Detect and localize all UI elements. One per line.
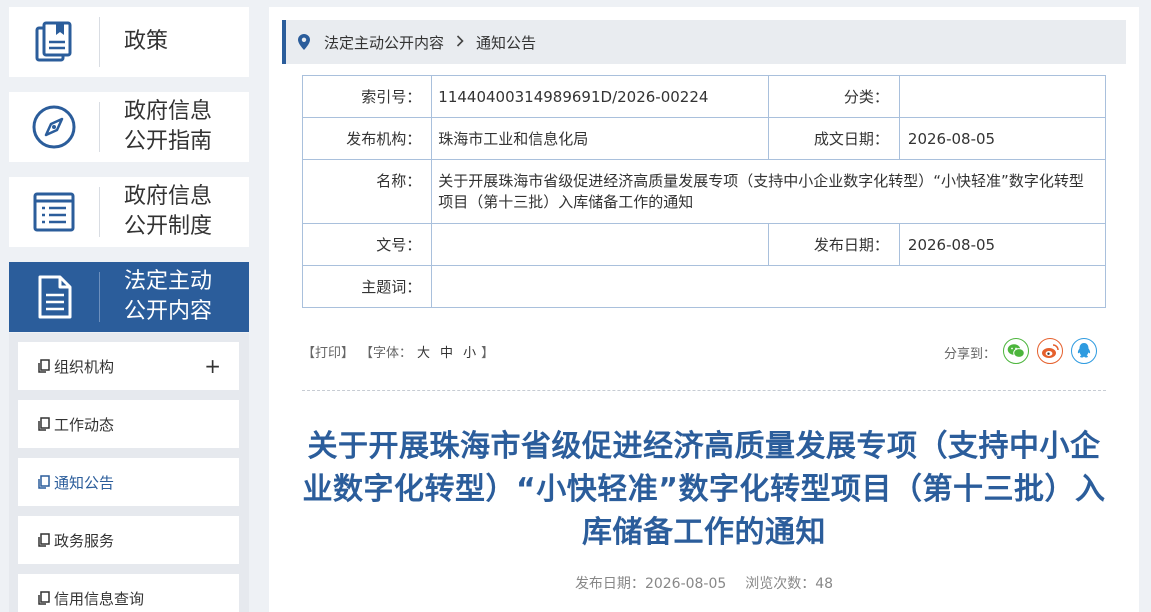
sidebar-card-label: 政府信息公开指南 <box>124 99 213 154</box>
sidebar-item-label: 组织机构 <box>54 357 115 376</box>
document-book-icon <box>9 7 99 77</box>
pub-date-label: 发布日期： <box>574 576 645 592</box>
article-title: 关于开展珠海市省级促进经济高质量发展专项（支持中小企业数字化转型）“小快轻准”数… <box>302 429 1106 550</box>
publish-date-value: 2026-08-05 <box>898 223 1107 266</box>
font-size-prefix: 【字体： <box>360 345 413 361</box>
sidebar-item-label: 工作动态 <box>54 415 115 434</box>
chevron-right-icon <box>456 33 464 51</box>
category-label: 分类： <box>767 75 900 118</box>
list-doc-icon <box>9 177 99 247</box>
sidebar-card-system[interactable]: 政府信息公开制度 <box>9 177 249 247</box>
written-date-value: 2026-08-05 <box>898 117 1107 160</box>
breadcrumb: 法定主动公开内容 通知公告 <box>282 20 1126 64</box>
sidebar-item-gov-services[interactable]: 政务服务 <box>18 516 239 564</box>
sidebar-card-label: 政府信息公开制度 <box>124 184 213 239</box>
publisher-label: 发布机构： <box>301 117 433 160</box>
file-icon <box>9 262 99 332</box>
sidebar-card-disclosure[interactable]: 法定主动公开内容 <box>9 262 249 332</box>
sidebar-submenu: 组织机构 + 工作动态 通知公告 政务服务 信用信息查询 <box>9 333 249 612</box>
sidebar-item-notices[interactable]: 通知公告 <box>18 458 239 506</box>
font-size-suffix: 】 <box>481 345 495 361</box>
docno-label: 文号： <box>301 223 433 266</box>
sidebar-item-work-news[interactable]: 工作动态 <box>18 400 239 448</box>
sidebar-item-organization[interactable]: 组织机构 + <box>18 342 239 390</box>
sidebar-item-label: 政务服务 <box>54 531 115 550</box>
wechat-icon[interactable] <box>1003 338 1029 364</box>
docno-value <box>431 223 769 266</box>
sidebar-item-label: 信用信息查询 <box>54 589 145 608</box>
font-large-button[interactable]: 大 <box>417 342 430 361</box>
publisher-value: 珠海市工业和信息化局 <box>431 117 769 160</box>
views-label: 浏览次数： <box>745 576 816 592</box>
font-medium-button[interactable]: 中 <box>440 342 453 361</box>
category-value <box>898 75 1107 118</box>
print-button[interactable]: 【打印】 <box>302 342 354 361</box>
written-date-label: 成文日期： <box>767 117 900 160</box>
document-icon <box>38 417 50 431</box>
index-label: 索引号： <box>301 75 433 118</box>
weibo-icon[interactable] <box>1037 338 1063 364</box>
sidebar-item-label: 通知公告 <box>54 473 115 492</box>
sidebar-card-guide[interactable]: 政府信息公开指南 <box>9 92 249 162</box>
pub-date: 2026-08-05 <box>644 576 727 592</box>
breadcrumb-item[interactable]: 通知公告 <box>476 32 536 53</box>
document-icon <box>38 591 50 605</box>
name-value: 关于开展珠海市省级促进经济高质量发展专项（支持中小企业数字化转型）“小快轻准”数… <box>431 159 1106 224</box>
sidebar-item-credit-query[interactable]: 信用信息查询 <box>18 574 239 612</box>
document-icon <box>38 475 50 489</box>
publish-date-label: 发布日期： <box>767 223 900 266</box>
metadata-table: 索引号： 11440400314989691D/2026-00224 分类： 发… <box>301 75 1107 308</box>
share-label: 分享到： <box>943 347 996 362</box>
compass-icon <box>9 92 99 162</box>
breadcrumb-item[interactable]: 法定主动公开内容 <box>324 32 444 53</box>
qq-icon[interactable] <box>1071 338 1097 364</box>
sidebar-card-label: 政策 <box>124 29 169 54</box>
font-small-button[interactable]: 小 <box>463 342 476 361</box>
sidebar-card-policy[interactable]: 政策 <box>9 7 249 77</box>
document-icon <box>38 359 50 373</box>
location-pin-icon <box>298 34 310 50</box>
sidebar-card-label: 法定主动公开内容 <box>124 269 213 324</box>
name-label: 名称： <box>301 159 433 224</box>
main-content: 法定主动公开内容 通知公告 索引号： 11440400314989691D/20… <box>269 7 1139 612</box>
subject-value <box>431 265 1106 308</box>
divider <box>302 390 1106 391</box>
view-count: 48 <box>815 576 834 592</box>
article-toolbar: 【打印】 【字体： 大 中 小 】 分享到： <box>302 338 1106 364</box>
document-icon <box>38 533 50 547</box>
subject-label: 主题词： <box>301 265 433 308</box>
index-value: 11440400314989691D/2026-00224 <box>431 75 769 118</box>
expand-icon[interactable]: + <box>204 354 221 378</box>
article-meta: 发布日期：2026-08-05 浏览次数：48 <box>302 573 1106 593</box>
